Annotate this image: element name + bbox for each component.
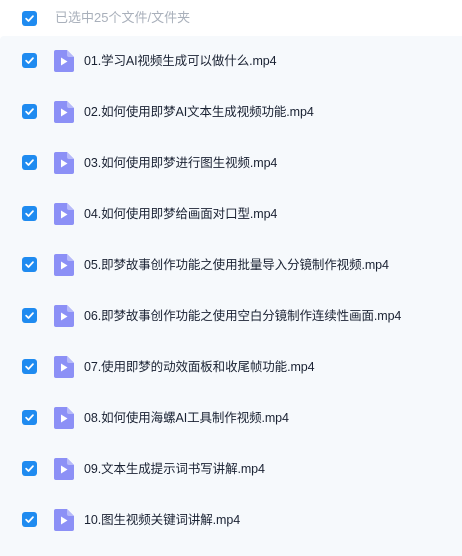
file-row[interactable]: 02.如何使用即梦AI文本生成视频功能.mp4 — [0, 87, 462, 138]
video-file-icon — [54, 407, 74, 429]
file-name[interactable]: 01.学习AI视频生成可以做什么.mp4 — [84, 53, 277, 69]
file-name[interactable]: 08.如何使用海螺AI工具制作视频.mp4 — [84, 410, 289, 426]
checkmark-icon — [25, 57, 34, 64]
file-checkbox[interactable] — [22, 308, 37, 323]
checkmark-icon — [25, 261, 34, 268]
checkmark-icon — [25, 363, 34, 370]
file-row[interactable]: 04.如何使用即梦给画面对口型.mp4 — [0, 189, 462, 240]
file-name[interactable]: 04.如何使用即梦给画面对口型.mp4 — [84, 206, 277, 222]
video-file-icon — [54, 101, 74, 123]
checkmark-icon — [25, 414, 34, 421]
file-checkbox[interactable] — [22, 104, 37, 119]
file-row[interactable]: 01.学习AI视频生成可以做什么.mp4 — [0, 36, 462, 87]
checkmark-icon — [25, 210, 34, 217]
file-name[interactable]: 02.如何使用即梦AI文本生成视频功能.mp4 — [84, 104, 314, 120]
file-name[interactable]: 06.即梦故事创作功能之使用空白分镜制作连续性画面.mp4 — [84, 308, 401, 324]
selection-count-text: 已选中25个文件/文件夹 — [55, 10, 191, 25]
file-row[interactable]: 07.使用即梦的动效面板和收尾帧功能.mp4 — [0, 342, 462, 393]
file-name[interactable]: 03.如何使用即梦进行图生视频.mp4 — [84, 155, 277, 171]
video-file-icon — [54, 203, 74, 225]
file-row[interactable]: 06.即梦故事创作功能之使用空白分镜制作连续性画面.mp4 — [0, 291, 462, 342]
checkmark-icon — [25, 516, 34, 523]
checkmark-icon — [25, 159, 34, 166]
file-name[interactable]: 09.文本生成提示词书写讲解.mp4 — [84, 461, 265, 477]
file-checkbox[interactable] — [22, 512, 37, 527]
file-name[interactable]: 07.使用即梦的动效面板和收尾帧功能.mp4 — [84, 359, 315, 375]
file-name[interactable]: 05.即梦故事创作功能之使用批量导入分镜制作视频.mp4 — [84, 257, 389, 273]
scrollbar[interactable] — [458, 0, 462, 556]
file-row[interactable]: 05.即梦故事创作功能之使用批量导入分镜制作视频.mp4 — [0, 240, 462, 291]
file-row[interactable]: 09.文本生成提示词书写讲解.mp4 — [0, 444, 462, 495]
select-all-checkbox[interactable] — [22, 11, 37, 26]
file-checkbox[interactable] — [22, 155, 37, 170]
checkmark-icon — [25, 108, 34, 115]
file-checkbox[interactable] — [22, 53, 37, 68]
video-file-icon — [54, 50, 74, 72]
checkmark-icon — [25, 15, 34, 22]
file-row[interactable]: 10.图生视频关键词讲解.mp4 — [0, 495, 462, 546]
file-name[interactable]: 10.图生视频关键词讲解.mp4 — [84, 512, 240, 528]
file-list: 01.学习AI视频生成可以做什么.mp4 02.如何使用即梦AI文本生成视频功能… — [0, 36, 462, 556]
selection-header: 已选中25个文件/文件夹 — [0, 0, 462, 36]
video-file-icon — [54, 152, 74, 174]
file-row[interactable]: 08.如何使用海螺AI工具制作视频.mp4 — [0, 393, 462, 444]
file-checkbox[interactable] — [22, 359, 37, 374]
file-row[interactable]: 03.如何使用即梦进行图生视频.mp4 — [0, 138, 462, 189]
video-file-icon — [54, 305, 74, 327]
file-checkbox[interactable] — [22, 257, 37, 272]
video-file-icon — [54, 509, 74, 531]
checkmark-icon — [25, 312, 34, 319]
video-file-icon — [54, 356, 74, 378]
video-file-icon — [54, 254, 74, 276]
file-checkbox[interactable] — [22, 206, 37, 221]
file-checkbox[interactable] — [22, 461, 37, 476]
file-checkbox[interactable] — [22, 410, 37, 425]
video-file-icon — [54, 458, 74, 480]
checkmark-icon — [25, 465, 34, 472]
